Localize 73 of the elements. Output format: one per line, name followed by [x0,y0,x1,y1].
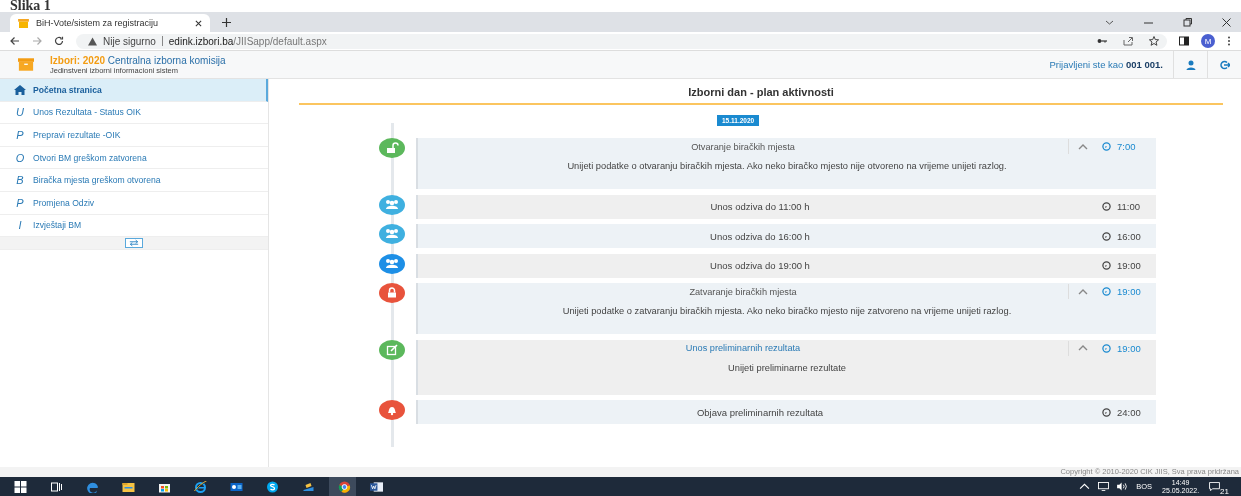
box-icon [18,18,29,28]
logout-icon [1219,59,1230,70]
sidebar-item[interactable]: O Otvori BM greškom zatvorena [0,146,268,170]
sidebar-item[interactable]: P Prepravi rezultate -OIK [0,124,268,147]
chrome-icon [338,480,351,493]
clock-icon [1102,287,1111,296]
activity-time: 19:00 [1117,342,1141,354]
skype-icon[interactable] [266,480,279,493]
sidebar-item[interactable]: Početna stranica [0,79,268,102]
activity-time: 19:00 [1117,286,1141,297]
clock-icon [1102,343,1111,353]
close-icon[interactable] [195,19,202,27]
key-icon[interactable] [1097,36,1107,46]
home-icon [14,84,26,95]
clock-icon [1102,261,1111,270]
reload-icon[interactable] [54,36,64,46]
restore-icon[interactable] [1183,17,1192,27]
sidebar-item[interactable]: P Promjena Odziv [0,191,268,215]
mail-app-icon[interactable] [230,480,243,493]
speaker-icon[interactable] [1117,482,1129,491]
activity-description: Unijeti preliminarne rezultate [727,361,847,375]
warning-icon [88,36,97,46]
sidebar-item[interactable]: U Unos Rezultata - Status OIK [0,101,268,125]
activity-description: Unijeti podatke o zatvaranju biračkih mjesta. Ako neko biračko mjesto nije zatvoreno na vrijeme unijeti razlog. [561,305,1013,318]
chevron-up-icon[interactable] [1079,482,1091,491]
side-panel-icon[interactable] [1179,36,1189,46]
notification-button[interactable]: 21 [1209,477,1231,496]
network-icon[interactable] [1098,482,1110,491]
clock-icon [1102,407,1111,417]
address-field[interactable]: Nije sigurno edink.izbori.ba/JIISapp/default.aspx [76,33,1167,49]
activity-time: 7:00 [1117,141,1136,152]
page-title: Izborni dan - plan aktivnosti [299,79,1223,105]
activity-time: 19:00 [1117,260,1141,271]
internet-explorer-icon[interactable] [194,480,207,493]
sidebar-item[interactable]: B Biračka mjesta greškom otvorena [0,169,268,192]
clock-icon [1102,202,1111,211]
profile-avatar[interactable]: M [1201,34,1215,48]
new-tab-icon[interactable] [222,17,231,27]
app-icon[interactable] [302,480,315,493]
star-icon[interactable] [1149,36,1159,46]
close-icon[interactable] [1222,17,1231,27]
activity-description: Unijeti podatke o otvaranju biračkih mjesta. Ako neko biračko mjesto nije otvoreno na vrijeme unijeti razlog. [566,160,1008,173]
activity-title: Unos odziva do 19:00 h [709,260,811,271]
activity-title: Unos odziva do 11:00 h [709,201,811,212]
activity-title: Objava preliminarnih rezultata [695,406,825,418]
figure-caption: Slika 1 [9,0,52,12]
task-view-icon[interactable] [50,480,63,493]
word-icon[interactable] [370,480,383,493]
clock-icon [1102,142,1111,151]
swap-icon [129,238,139,249]
back-icon[interactable] [10,36,20,46]
chevron-up-icon [1077,343,1088,353]
user-icon [1185,59,1196,70]
activity-title: Zatvaranje biračkih mjesta [688,286,798,297]
login-status: Prijavljeni ste kao 001 001. [1049,59,1163,70]
activity-title: Unos odziva do 16:00 h [709,230,811,242]
browser-tab[interactable]: BiH-Vote/sistem za registraciju [10,14,210,32]
box-icon [18,58,34,71]
windows-start-icon[interactable] [14,480,27,493]
activity-time: 11:00 [1117,201,1141,212]
chrome-taskbar-button[interactable] [329,477,356,496]
swap-button[interactable] [125,238,143,249]
edge-browser-icon[interactable] [86,480,99,493]
app-title: Izbori: 2020 Centralna izborna komisija [50,54,226,66]
share-icon[interactable] [1123,36,1133,46]
clock-icon [1102,231,1111,241]
activity-link[interactable]: Unos preliminarnih rezultata [418,343,1068,353]
menu-icon[interactable] [1227,36,1231,46]
folder-icon[interactable] [122,480,135,493]
activity-time: 16:00 [1117,230,1141,242]
message-icon [1209,482,1221,491]
activity-title: Otvaranje biračkih mjesta [690,141,796,152]
activity-time: 24:00 [1117,406,1141,418]
